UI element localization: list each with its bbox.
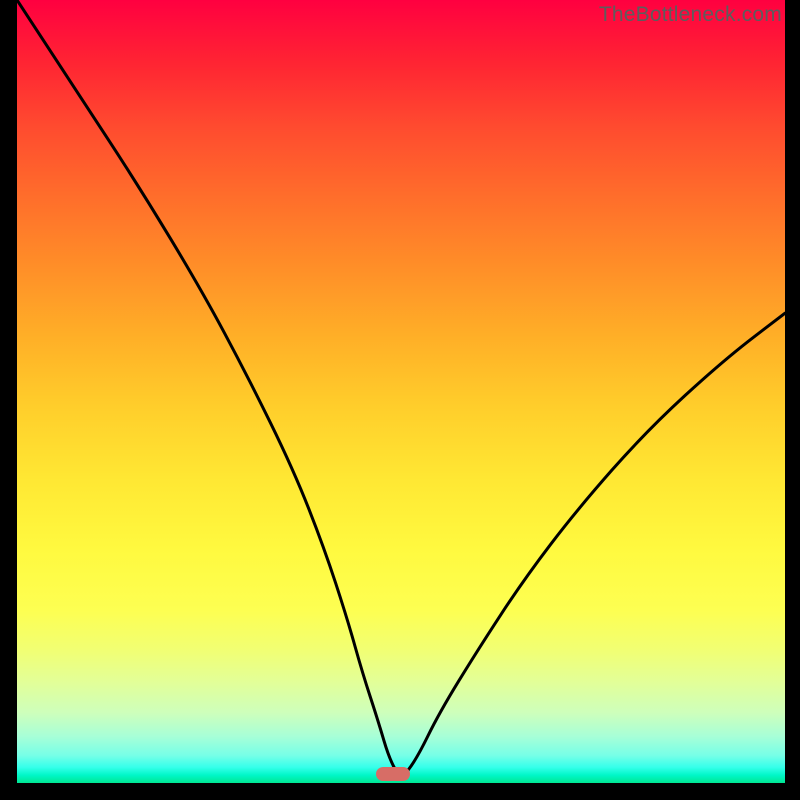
attribution-label: TheBottleneck.com	[599, 3, 782, 27]
optimal-point-marker	[376, 767, 410, 781]
bottleneck-curve-path	[17, 0, 785, 774]
chart-frame: TheBottleneck.com	[0, 0, 800, 800]
curve-svg	[17, 0, 785, 783]
plot-area	[17, 0, 785, 783]
